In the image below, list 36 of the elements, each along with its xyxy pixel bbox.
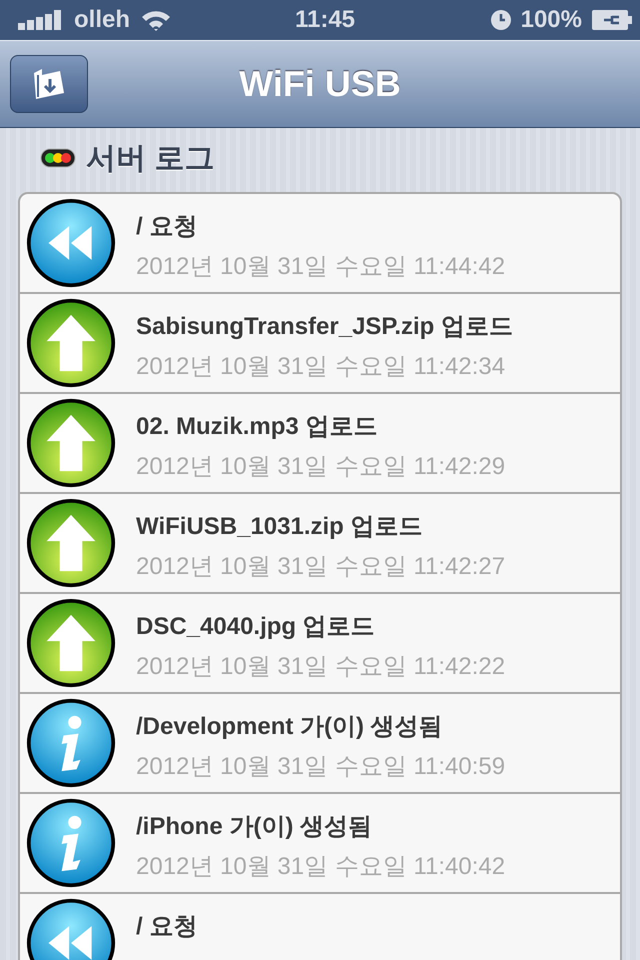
log-time: 2012년 10월 31일 수요일 11:40:42 [136, 852, 506, 882]
log-title: 02. Muzik.mp3 업로드 [136, 412, 378, 442]
log-title: SabisungTransfer_JSP.zip 업로드 [136, 312, 514, 342]
status-time: 11:45 [294, 6, 356, 34]
log-time: 2012년 10월 31일 수요일 11:40:59 [136, 752, 506, 782]
log-row[interactable]: /Development 가(이) 생성됨 2012년 10월 31일 수요일 11:40:59 [20, 694, 620, 794]
info-icon [26, 698, 116, 788]
section-title: 서버 로그 [86, 140, 214, 176]
log-title: / 요청 [136, 912, 198, 942]
log-row[interactable]: WiFiUSB_1031.zip 업로드 2012년 10월 31일 수요일 11:42:27 [20, 494, 620, 594]
folder-button[interactable] [10, 55, 88, 113]
rewind-icon [26, 198, 116, 288]
log-title: DSC_4040.jpg 업로드 [136, 612, 376, 642]
log-row[interactable]: 02. Muzik.mp3 업로드 2012년 10월 31일 수요일 11:42:29 [20, 394, 620, 494]
log-time: 2012년 10월 31일 수요일 11:42:22 [136, 652, 506, 682]
log-row[interactable]: / 요청 2012년 10월 31일 수요일 11:44:42 [20, 194, 620, 294]
info-icon [26, 798, 116, 888]
log-title: / 요청 [136, 212, 198, 242]
signal-icon [18, 10, 64, 30]
log-time: 2012년 10월 31일 수요일 11:44:42 [136, 252, 506, 282]
battery-percent: 100% [520, 6, 582, 34]
traffic-light-icon [40, 148, 76, 168]
log-row[interactable]: SabisungTransfer_JSP.zip 업로드 2012년 10월 31일 수요일 11:42:34 [20, 294, 620, 394]
log-time: 2012년 10월 31일 수요일 11:42:29 [136, 452, 506, 482]
clock-icon [490, 10, 511, 30]
window-title: WiFi USB [238, 63, 402, 105]
log-time: 2012년 10월 31일 수요일 11:42:34 [136, 352, 506, 382]
log-row[interactable]: / 요청 [20, 894, 620, 960]
log-time: 2012년 10월 31일 수요일 11:42:27 [136, 552, 506, 582]
battery-icon [592, 10, 632, 30]
log-row[interactable]: DSC_4040.jpg 업로드 2012년 10월 31일 수요일 11:42:22 [20, 594, 620, 694]
log-title: WiFiUSB_1031.zip 업로드 [136, 512, 424, 542]
log-row[interactable]: /iPhone 가(이) 생성됨 2012년 10월 31일 수요일 11:40:42 [20, 794, 620, 894]
carrier-name: olleh [74, 6, 130, 34]
log-title: /iPhone 가(이) 생성됨 [136, 812, 373, 842]
log-title: /Development 가(이) 생성됨 [136, 712, 444, 742]
